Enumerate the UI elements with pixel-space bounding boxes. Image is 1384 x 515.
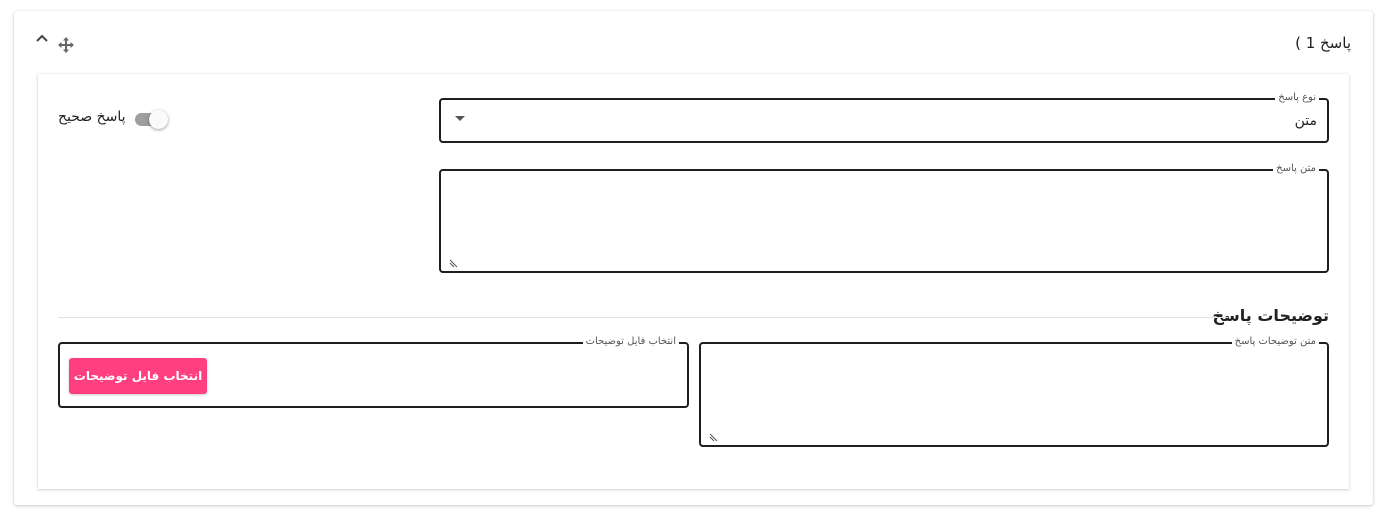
answer-text-field[interactable]: متن پاسخ [439,163,1329,273]
explanation-file-label: انتخاب فایل توضیحات [582,336,679,348]
answer-type-label: نوع پاسخ [1275,92,1319,104]
move-arrows-icon[interactable] [57,36,75,54]
answer-card: پاسخ 1 ) نوع پاسخ متن پاسخ صحیح متن پاسخ [14,11,1373,505]
correct-answer-toggle[interactable] [133,109,169,129]
explanation-text-field[interactable]: متن توضیحات پاسخ [699,336,1329,447]
answer-text-label: متن پاسخ [1273,163,1319,175]
resize-grip-icon[interactable] [449,253,459,268]
explanation-text-input[interactable] [711,350,1317,431]
correct-answer-label: پاسخ صحیح [58,109,126,125]
answer-type-select[interactable]: نوع پاسخ متن [439,92,1329,143]
answer-form-panel: نوع پاسخ متن پاسخ صحیح متن پاسخ توضیحات … [38,74,1349,489]
answer-text-input[interactable] [451,177,1317,257]
toggle-thumb [149,110,168,129]
explanation-file-field: انتخاب فایل توضیحات انتخاب فایل توضیحات [58,336,689,408]
resize-grip-icon[interactable] [709,427,719,442]
choose-explanation-file-button[interactable]: انتخاب فایل توضیحات [69,358,207,394]
answer-type-value: متن [1294,113,1317,129]
chevron-up-icon[interactable] [34,31,50,47]
section-divider [58,317,1228,318]
answer-title: پاسخ 1 ) [1295,34,1351,52]
explanation-text-label: متن توضیحات پاسخ [1231,336,1319,348]
caret-down-icon [455,116,465,121]
explanations-title: توضیحات پاسخ [1212,306,1330,325]
